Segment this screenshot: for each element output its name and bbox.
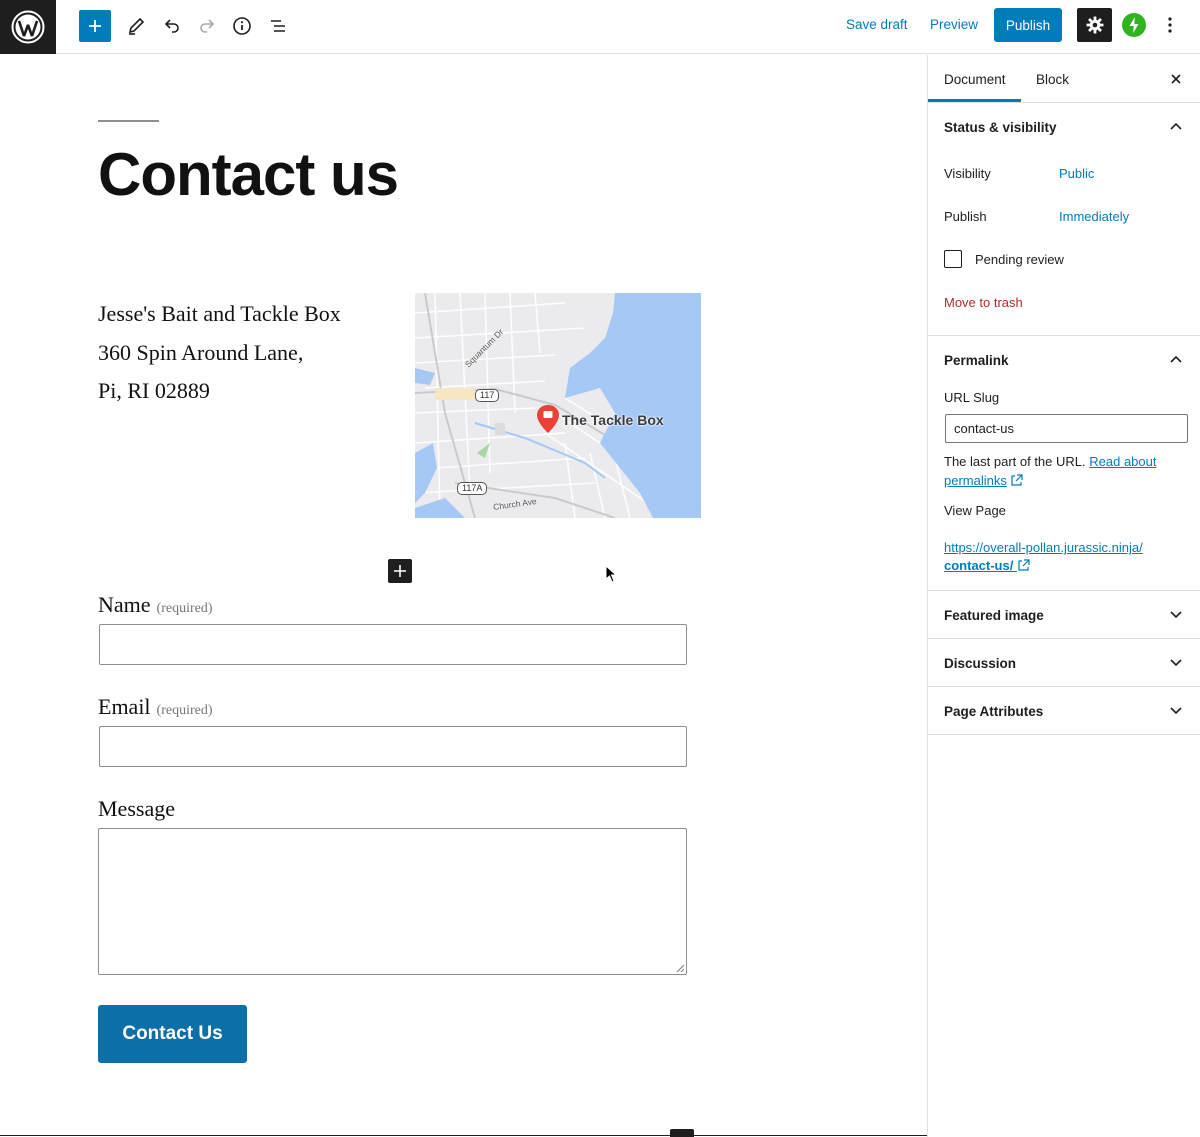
mouse-cursor-icon	[605, 564, 618, 588]
pending-review-label[interactable]: Pending review	[975, 252, 1064, 267]
external-link-icon	[1011, 474, 1024, 486]
sidebar-tabs: Document Block	[928, 55, 1200, 103]
message-textarea[interactable]	[98, 828, 687, 975]
discussion-panel[interactable]: Discussion	[928, 639, 1200, 687]
redo-icon[interactable]	[190, 9, 224, 43]
view-page-url-link[interactable]: https://overall-pollan.jurassic.ninja/co…	[944, 539, 1184, 575]
featured-image-toggle[interactable]: Featured image	[944, 608, 1044, 623]
editor-canvas: Contact us Jesse's Bait and Tackle Box 3…	[0, 55, 927, 1137]
editor-header: Save draft Preview Publish	[0, 0, 1200, 54]
email-input[interactable]	[99, 726, 687, 767]
more-options-icon[interactable]	[1160, 13, 1180, 37]
publish-date-link[interactable]: Immediately	[1059, 209, 1129, 224]
page-attributes-panel[interactable]: Page Attributes	[928, 687, 1200, 735]
address-line: 360 Spin Around Lane,	[98, 339, 304, 365]
wordpress-logo-icon[interactable]	[0, 0, 56, 54]
external-link-icon	[1018, 559, 1030, 571]
url-prefix: https://overall-pollan.jurassic.ninja/	[944, 540, 1143, 555]
permalink-toggle[interactable]: Permalink	[944, 353, 1009, 368]
chevron-down-icon[interactable]	[1168, 655, 1184, 671]
publish-label: Publish	[944, 209, 987, 224]
bottom-inserter-handle[interactable]	[670, 1129, 694, 1137]
active-tab-indicator	[928, 99, 1021, 102]
page-title[interactable]: Contact us	[98, 140, 399, 209]
settings-sidebar: Document Block Status & visibility Visib…	[927, 55, 1200, 1137]
name-label-text: Name	[98, 592, 151, 617]
address-block[interactable]: Jesse's Bait and Tackle Box 360 Spin Aro…	[98, 295, 341, 411]
publish-button[interactable]: Publish	[994, 8, 1062, 42]
permalink-help-text: The last part of the URL. Read about per…	[944, 452, 1184, 490]
url-slug-label: URL Slug	[944, 390, 1000, 405]
tab-block[interactable]: Block	[1036, 72, 1069, 87]
status-visibility-toggle[interactable]: Status & visibility	[944, 120, 1057, 135]
jetpack-icon[interactable]	[1122, 13, 1146, 37]
list-view-icon[interactable]	[261, 9, 295, 43]
route-badge: 117A	[457, 482, 488, 495]
save-draft-button[interactable]: Save draft	[846, 17, 908, 32]
block-inserter-button[interactable]	[388, 559, 412, 583]
required-note: (required)	[156, 601, 213, 616]
chevron-up-icon[interactable]	[1168, 118, 1184, 134]
edit-mode-pencil-icon[interactable]	[119, 9, 153, 43]
discussion-toggle[interactable]: Discussion	[944, 656, 1016, 671]
visibility-value-link[interactable]: Public	[1059, 166, 1094, 181]
info-icon[interactable]	[225, 9, 259, 43]
undo-icon[interactable]	[155, 9, 189, 43]
contact-us-submit-button[interactable]: Contact Us	[98, 1005, 247, 1063]
route-badge: 117	[475, 389, 500, 402]
chevron-down-icon[interactable]	[1168, 703, 1184, 719]
page-attributes-toggle[interactable]: Page Attributes	[944, 704, 1043, 719]
url-slug-input[interactable]: contact-us	[945, 414, 1188, 443]
map-place-label: The Tackle Box	[562, 412, 664, 428]
url-slug-bold: contact-us/	[944, 558, 1014, 573]
chevron-up-icon[interactable]	[1168, 351, 1184, 367]
title-separator	[98, 120, 159, 122]
chevron-down-icon[interactable]	[1168, 607, 1184, 623]
add-block-button[interactable]	[79, 10, 111, 42]
help-prefix: The last part of the URL.	[944, 454, 1086, 469]
name-field-label: Name (required)	[98, 592, 213, 618]
map-block[interactable]: The Tackle Box 117 117A Squantum Dr Chur…	[415, 293, 701, 518]
close-sidebar-icon[interactable]	[1166, 69, 1186, 89]
resize-grip-icon[interactable]	[676, 964, 685, 973]
name-input[interactable]	[99, 624, 687, 665]
address-line: Jesse's Bait and Tackle Box	[98, 301, 341, 326]
required-note: (required)	[156, 703, 213, 718]
settings-gear-icon[interactable]	[1077, 8, 1112, 42]
message-field-label: Message	[98, 796, 175, 821]
move-to-trash-button[interactable]: Move to trash	[944, 295, 1023, 310]
featured-image-panel[interactable]: Featured image	[928, 591, 1200, 639]
preview-button[interactable]: Preview	[930, 17, 978, 32]
email-field-label: Email (required)	[98, 694, 213, 720]
status-visibility-panel: Status & visibility Visibility Public Pu…	[928, 103, 1200, 336]
email-label-text: Email	[98, 694, 151, 719]
address-line: Pi, RI 02889	[98, 378, 210, 403]
view-page-label: View Page	[944, 503, 1006, 518]
pending-review-checkbox[interactable]	[944, 250, 962, 268]
tab-document[interactable]: Document	[944, 72, 1006, 87]
canvas-bottom-border	[0, 1135, 927, 1136]
visibility-label: Visibility	[944, 166, 991, 181]
